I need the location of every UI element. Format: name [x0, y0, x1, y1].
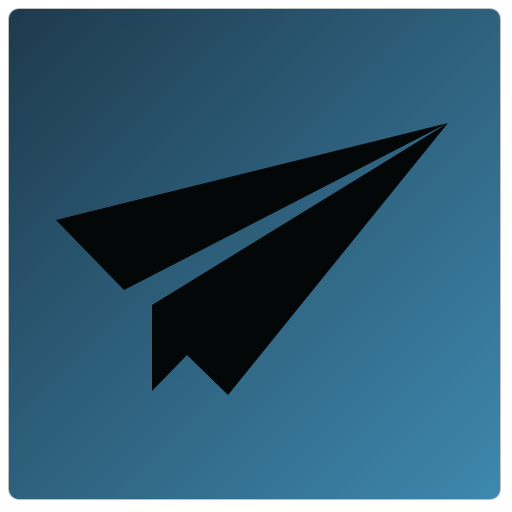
paper-plane-app-icon[interactable]: [9, 9, 500, 499]
paper-plane-icon: [9, 9, 500, 499]
